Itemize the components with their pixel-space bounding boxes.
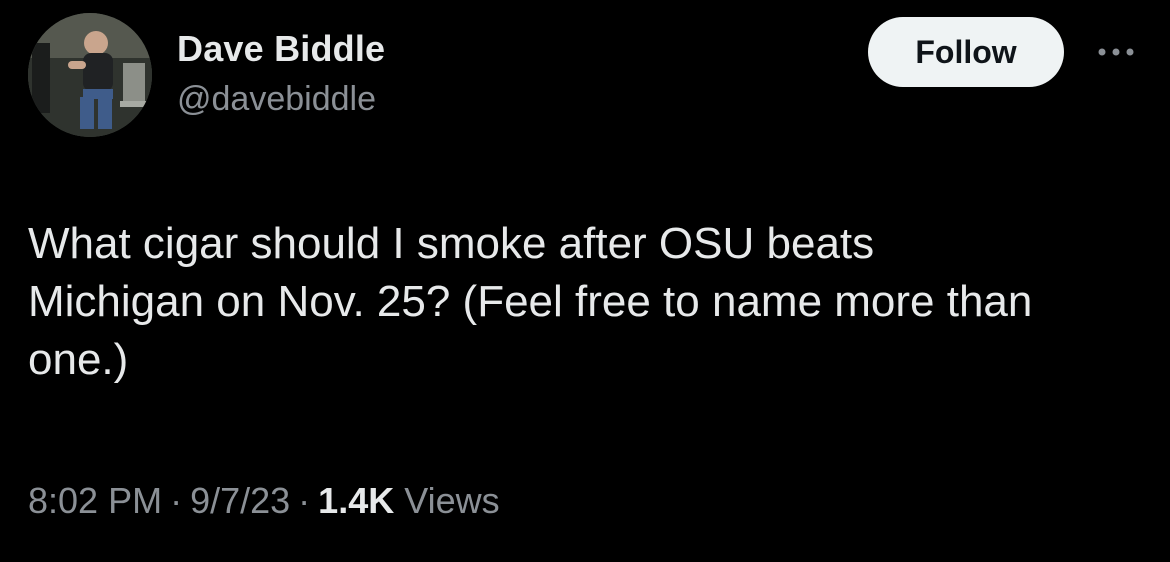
tweet-date[interactable]: 9/7/23	[190, 480, 290, 522]
tweet-time[interactable]: 8:02 PM	[28, 480, 162, 522]
avatar[interactable]	[28, 13, 152, 137]
profile-photo	[28, 13, 152, 137]
views-count: 1.4K	[318, 480, 395, 521]
separator: ·	[170, 480, 183, 521]
tweet-card: Dave Biddle @davebiddle Follow What ciga…	[0, 0, 1170, 562]
author-display-name[interactable]: Dave Biddle	[177, 28, 385, 70]
more-options-button[interactable]	[1090, 34, 1142, 70]
tweet-text: What cigar should I smoke after OSU beat…	[28, 219, 1033, 384]
tweet-metadata: 8:02 PM · 9/7/23 · 1.4K Views	[28, 480, 500, 522]
views-label: Views	[404, 480, 500, 521]
separator: ·	[298, 480, 311, 521]
more-horizontal-icon	[1098, 48, 1134, 56]
author-handle[interactable]: @davebiddle	[177, 80, 376, 119]
follow-button[interactable]: Follow	[868, 17, 1064, 87]
